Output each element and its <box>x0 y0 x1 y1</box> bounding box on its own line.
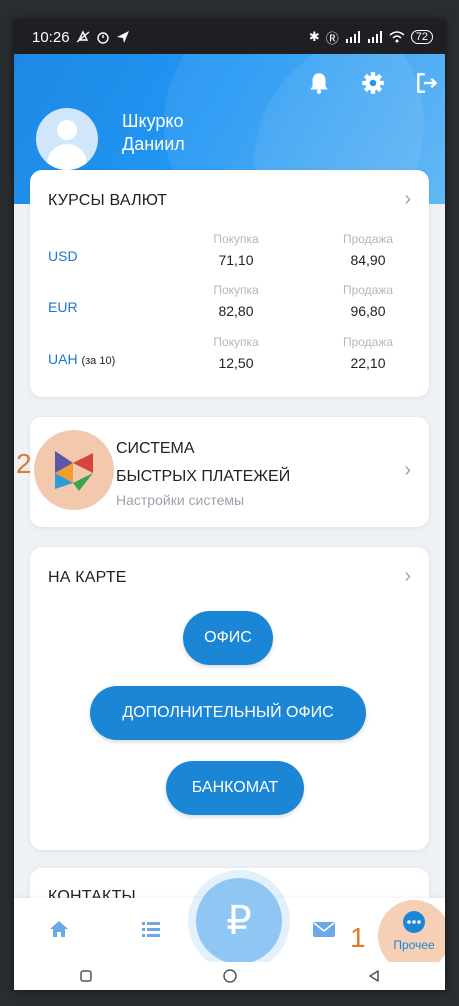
signal-icon <box>367 31 382 43</box>
recents-icon[interactable] <box>79 969 93 983</box>
chevron-right-icon: › <box>404 188 411 210</box>
map-title: НА КАРТЕ <box>48 569 127 586</box>
back-icon[interactable] <box>367 969 381 983</box>
home-circle-icon[interactable] <box>222 968 238 984</box>
chevron-right-icon[interactable]: › <box>404 565 411 588</box>
sbp-logo-icon <box>55 451 93 491</box>
sbp-title-line2: БЫСТРЫХ ПЛАТЕЖЕЙ <box>116 468 291 485</box>
bell-icon[interactable] <box>306 70 332 96</box>
sbp-title-line1: СИСТЕМА <box>116 440 195 457</box>
signal-icon <box>345 31 360 43</box>
office-button[interactable]: ОФИС <box>183 611 273 665</box>
rate-row-eur: EUR Покупка 82,80 Продажа 96,80 <box>48 283 394 319</box>
phone-screen: 10:26 ✱ Ⓡ 72 Шкурко Даниил КУРСЫ ВАЛЮТ ›… <box>14 20 445 990</box>
alarm-icon <box>96 32 109 44</box>
avatar[interactable] <box>36 108 98 170</box>
more-icon <box>403 911 425 933</box>
mail-icon[interactable] <box>312 918 336 940</box>
status-time: 10:26 <box>32 28 70 46</box>
more-label: Прочее <box>393 938 435 952</box>
sbp-subtitle: Настройки системы <box>116 492 245 508</box>
currency-rates-card[interactable]: КУРСЫ ВАЛЮТ › USD Покупка 71,10 Продажа … <box>30 170 429 397</box>
ruble-icon: ₽ <box>226 899 252 943</box>
bluetooth-icon: ✱ <box>308 29 320 44</box>
system-navigation-bar <box>14 962 445 990</box>
annotation-number: 2 <box>16 448 32 479</box>
atm-button[interactable]: БАНКОМАТ <box>166 761 304 815</box>
rates-title: КУРСЫ ВАЛЮТ <box>48 192 168 209</box>
currency-code: USD <box>48 248 78 264</box>
rate-row-uah: UAH (за 10) Покупка 12,50 Продажа 22,10 <box>48 335 394 371</box>
map-card: НА КАРТЕ › ОФИС ДОПОЛНИТЕЛЬНЫЙ ОФИС БАНК… <box>30 547 429 850</box>
chevron-right-icon: › <box>404 459 411 481</box>
currency-code: UAH (за 10) <box>48 351 116 367</box>
annotation-number: 1 <box>350 922 366 953</box>
gear-icon[interactable] <box>360 70 386 96</box>
sbp-logo-highlight[interactable] <box>34 430 114 510</box>
list-icon[interactable] <box>140 918 162 940</box>
r-icon: Ⓡ <box>325 30 339 46</box>
mute-icon <box>76 30 89 43</box>
user-name[interactable]: Шкурко Даниил <box>122 110 185 156</box>
location-icon <box>116 31 129 43</box>
logout-icon[interactable] <box>414 70 440 96</box>
payments-button[interactable]: ₽ <box>196 878 282 964</box>
wifi-icon <box>389 31 405 43</box>
additional-office-button[interactable]: ДОПОЛНИТЕЛЬНЫЙ ОФИС <box>90 686 366 740</box>
battery-indicator: 72 <box>410 30 433 44</box>
status-bar: 10:26 ✱ Ⓡ 72 <box>14 20 445 54</box>
home-icon[interactable] <box>48 918 70 940</box>
currency-code: EUR <box>48 299 78 315</box>
rate-row-usd: USD Покупка 71,10 Продажа 84,90 <box>48 232 394 268</box>
